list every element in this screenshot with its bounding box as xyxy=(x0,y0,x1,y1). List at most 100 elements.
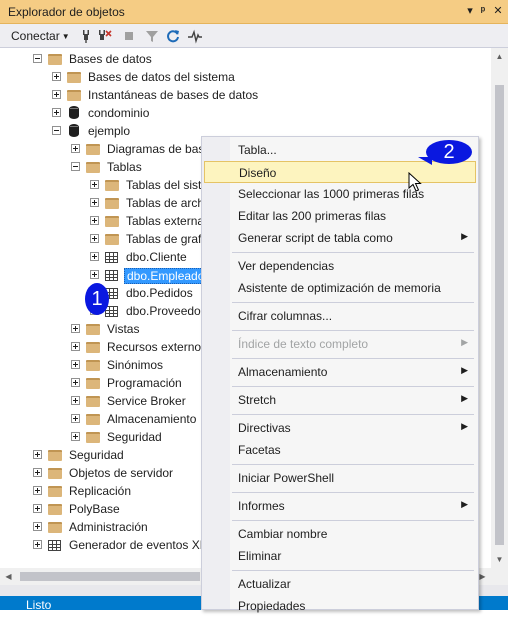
expand-icon[interactable] xyxy=(33,450,42,459)
menu-item-label: Stretch xyxy=(238,393,277,407)
vertical-scrollbar[interactable]: ▲ ▼ xyxy=(491,48,508,568)
expand-icon[interactable] xyxy=(90,198,99,207)
menu-item[interactable]: Propiedades xyxy=(204,595,476,617)
expand-icon[interactable] xyxy=(33,468,42,477)
filter-icon[interactable] xyxy=(144,28,160,44)
horizontal-scroll-thumb[interactable] xyxy=(20,572,200,581)
icon-shape xyxy=(86,378,100,389)
tree-node-label[interactable]: Recursos externos xyxy=(107,340,207,354)
tree-node-label[interactable]: dbo.Pedidos xyxy=(126,286,193,300)
tree-node-label[interactable]: Service Broker xyxy=(107,394,186,408)
expand-icon[interactable] xyxy=(90,216,99,225)
expand-icon[interactable] xyxy=(90,180,99,189)
stop-icon[interactable] xyxy=(121,28,137,44)
tree-node-label[interactable]: Replicación xyxy=(69,484,131,498)
menu-item-label: Informes xyxy=(238,499,285,513)
menu-item[interactable]: Ver dependencias xyxy=(204,255,476,277)
tree-node-label[interactable]: Objetos de servidor xyxy=(69,466,173,480)
folder-icon xyxy=(48,484,62,498)
menu-item[interactable]: Actualizar xyxy=(204,573,476,595)
disconnect-plug-icon[interactable] xyxy=(96,28,112,44)
menu-item[interactable]: Generar script de tabla como ▶ xyxy=(204,227,476,249)
vertical-scroll-thumb[interactable] xyxy=(495,85,504,545)
scroll-left-icon[interactable]: ◀ xyxy=(0,568,17,585)
scrollbar-corner xyxy=(491,568,508,585)
expand-icon[interactable] xyxy=(71,414,80,423)
tree-node[interactable]: Instantáneas de bases de datos xyxy=(0,86,491,104)
tree-node-label[interactable]: Tablas externa xyxy=(126,214,204,228)
menu-item[interactable]: Facetas xyxy=(204,439,476,461)
activity-monitor-icon[interactable] xyxy=(187,28,203,44)
menu-item[interactable]: Editar las 200 primeras filas xyxy=(204,205,476,227)
pin-icon[interactable]: ᵖ xyxy=(475,3,491,19)
tree-node-label[interactable]: Almacenamiento xyxy=(107,412,196,426)
expand-icon[interactable] xyxy=(90,234,99,243)
tree-node-label-selected[interactable]: dbo.Empleado xyxy=(124,268,208,284)
tree-node-label[interactable]: Sinónimos xyxy=(107,358,163,372)
expand-icon[interactable] xyxy=(71,432,80,441)
expand-icon[interactable] xyxy=(90,252,99,261)
tree-node-label[interactable]: ejemplo xyxy=(88,124,130,138)
connect-button[interactable]: Conectar ▼ xyxy=(11,29,70,43)
connect-plug-icon[interactable] xyxy=(78,28,94,44)
menu-item[interactable]: Seleccionar las 1000 primeras filas xyxy=(204,183,476,205)
collapse-icon[interactable] xyxy=(33,54,42,63)
expand-icon[interactable] xyxy=(33,540,42,549)
menu-item[interactable]: Diseño xyxy=(204,161,476,183)
collapse-icon[interactable] xyxy=(71,162,80,171)
scroll-up-icon[interactable]: ▲ xyxy=(491,48,508,65)
collapse-icon[interactable] xyxy=(52,126,61,135)
scroll-down-icon[interactable]: ▼ xyxy=(491,551,508,568)
menu-item[interactable]: Almacenamiento ▶ xyxy=(204,361,476,383)
close-icon[interactable]: ✕ xyxy=(490,3,506,19)
tree-node-label[interactable]: Seguridad xyxy=(69,448,124,462)
expand-icon[interactable] xyxy=(71,342,80,351)
tree-node-label[interactable]: Tablas de arch xyxy=(126,196,204,210)
tree-node-label[interactable]: dbo.Cliente xyxy=(126,250,187,264)
tree-node-label[interactable]: Bases de datos del sistema xyxy=(88,70,235,84)
menu-item[interactable]: Eliminar xyxy=(204,545,476,567)
tree-node-label[interactable]: Vistas xyxy=(107,322,139,336)
menu-item[interactable]: Cifrar columnas... xyxy=(204,305,476,327)
tree-node-label[interactable]: Diagramas de bas xyxy=(107,142,204,156)
tree-node-label[interactable]: condominio xyxy=(88,106,149,120)
menu-item[interactable]: Informes ▶ xyxy=(204,495,476,517)
menu-item[interactable]: Stretch ▶ xyxy=(204,389,476,411)
tree-node-label[interactable]: Seguridad xyxy=(107,430,162,444)
menu-item[interactable]: Directivas ▶ xyxy=(204,417,476,439)
folder-icon xyxy=(105,178,119,192)
expand-icon[interactable] xyxy=(33,522,42,531)
tree-node-label[interactable]: Generador de eventos XE xyxy=(69,538,208,552)
expand-icon[interactable] xyxy=(71,324,80,333)
tree-node-label[interactable]: dbo.Proveedo xyxy=(126,304,201,318)
tree-node-label[interactable]: Instantáneas de bases de datos xyxy=(88,88,258,102)
tree-node[interactable]: Bases de datos del sistema xyxy=(0,68,491,86)
expand-icon[interactable] xyxy=(33,504,42,513)
chevron-down-icon: ▼ xyxy=(61,32,70,41)
tree-node-label[interactable]: Tablas del siste xyxy=(126,178,208,192)
menu-separator xyxy=(232,570,474,571)
expand-icon[interactable] xyxy=(71,378,80,387)
expand-icon[interactable] xyxy=(52,108,61,117)
expand-icon[interactable] xyxy=(52,72,61,81)
tree-node-label[interactable]: Programación xyxy=(107,376,182,390)
tree-node-label[interactable]: Tablas de grafo xyxy=(126,232,208,246)
expand-icon[interactable] xyxy=(71,144,80,153)
tree-node[interactable]: Bases de datos xyxy=(0,50,491,68)
menu-item[interactable]: Cambiar nombre xyxy=(204,523,476,545)
tree-node-label[interactable]: Administración xyxy=(69,520,148,534)
tree-node-label[interactable]: PolyBase xyxy=(69,502,120,516)
tree-node-label[interactable]: Tablas xyxy=(107,160,142,174)
menu-item-label: Ver dependencias xyxy=(238,259,335,273)
expand-icon[interactable] xyxy=(71,396,80,405)
menu-item[interactable]: Asistente de optimización de memoria xyxy=(204,277,476,299)
refresh-icon[interactable] xyxy=(165,28,181,44)
tree-node[interactable]: condominio xyxy=(0,104,491,122)
icon-shape xyxy=(105,234,119,245)
menu-item[interactable]: Iniciar PowerShell xyxy=(204,467,476,489)
expand-icon[interactable] xyxy=(90,270,99,279)
expand-icon[interactable] xyxy=(71,360,80,369)
expand-icon[interactable] xyxy=(33,486,42,495)
expand-icon[interactable] xyxy=(52,90,61,99)
tree-node-label[interactable]: Bases de datos xyxy=(69,52,152,66)
